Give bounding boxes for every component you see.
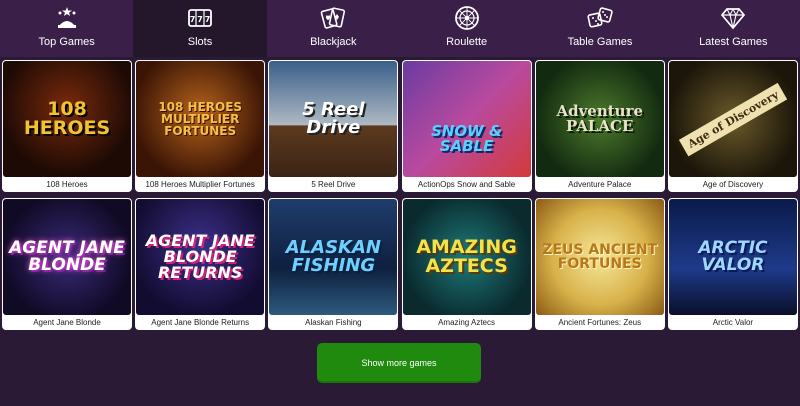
thumbnail-title-art: SNOW & SABLE <box>431 122 503 155</box>
game-thumbnail: 108 HEROES <box>3 61 131 177</box>
nav-label: Top Games <box>38 36 95 48</box>
game-card-arctic-valor[interactable]: ARCTIC VALOR Arctic Valor <box>667 198 798 330</box>
game-card-actionops-snow-and-sable[interactable]: SNOW & SABLE ActionOps Snow and Sable <box>401 60 532 192</box>
game-thumbnail: Age of Discovery <box>668 61 797 177</box>
nav-item-blackjack[interactable]: Blackjack <box>267 0 400 57</box>
thumbnail-title-art: Age of Discovery <box>678 82 788 156</box>
game-title: Age of Discovery <box>702 180 764 189</box>
game-card-agent-jane-blonde[interactable]: AGENT JANE BLONDE Agent Jane Blonde <box>2 198 132 330</box>
game-card-108-heroes[interactable]: 108 HEROES 108 Heroes <box>2 60 132 192</box>
game-title: ActionOps Snow and Sable <box>417 180 516 189</box>
game-title: Ancient Fortunes: Zeus <box>558 318 642 327</box>
svg-text:7: 7 <box>197 15 203 24</box>
game-thumbnail: 108 HEROES MULTIPLIER FORTUNES <box>136 61 265 177</box>
slot-777-icon: 777 <box>185 3 215 33</box>
game-card-agent-jane-blonde-returns[interactable]: AGENT JANE BLONDE RETURNS Agent Jane Blo… <box>135 198 266 330</box>
thumbnail-title-art: Adventure PALACE <box>556 102 644 135</box>
roulette-wheel-icon <box>452 3 482 33</box>
stars-hat-icon <box>52 3 82 33</box>
game-title: Amazing Aztecs <box>438 318 496 327</box>
game-thumbnail: SNOW & SABLE <box>402 61 531 177</box>
svg-text:7: 7 <box>190 15 196 24</box>
nav-label: Table Games <box>567 36 633 48</box>
thumbnail-title-art: ARCTIC VALOR <box>698 238 768 275</box>
game-grid: 108 HEROES 108 Heroes 108 HEROES MULTIPL… <box>2 60 798 330</box>
game-title: 5 Reel Drive <box>311 180 356 189</box>
game-thumbnail: ALASKAN FISHING <box>269 199 398 315</box>
game-card-5-reel-drive[interactable]: 5 Reel Drive 5 Reel Drive <box>268 60 399 192</box>
dice-icon <box>585 3 615 33</box>
nav-item-slots[interactable]: 777 Slots <box>133 0 267 57</box>
game-thumbnail: Adventure PALACE <box>535 61 664 177</box>
playing-cards-icon <box>318 3 348 33</box>
game-card-alaskan-fishing[interactable]: ALASKAN FISHING Alaskan Fishing <box>268 198 399 330</box>
nav-item-top-games[interactable]: Top Games <box>0 0 133 57</box>
game-card-ancient-fortunes-zeus[interactable]: ZEUS ANCIENT FORTUNES Ancient Fortunes: … <box>534 198 665 330</box>
thumbnail-title-art: ZEUS ANCIENT FORTUNES <box>542 242 658 272</box>
game-thumbnail: ARCTIC VALOR <box>668 199 797 315</box>
game-thumbnail: AGENT JANE BLONDE <box>3 199 131 315</box>
game-category-nav: Top Games 777 Slots Blackjack Roulette T… <box>0 0 800 57</box>
thumbnail-title-art: 108 HEROES MULTIPLIER FORTUNES <box>158 100 243 138</box>
game-thumbnail: 5 Reel Drive <box>269 61 398 177</box>
nav-label: Roulette <box>446 36 488 48</box>
game-card-adventure-palace[interactable]: Adventure PALACE Adventure Palace <box>534 60 665 192</box>
nav-item-table-games[interactable]: Table Games <box>533 0 666 57</box>
game-title: Alaskan Fishing <box>305 318 362 327</box>
nav-item-roulette[interactable]: Roulette <box>400 0 533 57</box>
svg-text:7: 7 <box>205 15 211 24</box>
game-card-108-heroes-multiplier-fortunes[interactable]: 108 HEROES MULTIPLIER FORTUNES 108 Heroe… <box>135 60 266 192</box>
nav-label: Blackjack <box>310 36 357 48</box>
game-title: Agent Jane Blonde Returns <box>151 318 250 327</box>
thumbnail-title-art: AMAZING AZTECS <box>416 236 517 277</box>
game-thumbnail: ZEUS ANCIENT FORTUNES <box>535 199 664 315</box>
nav-label: Slots <box>187 36 213 48</box>
game-title: Agent Jane Blonde <box>33 318 101 327</box>
show-more-games-button[interactable]: Show more games <box>317 343 481 383</box>
thumbnail-title-art: ALASKAN FISHING <box>285 237 381 276</box>
game-card-amazing-aztecs[interactable]: AMAZING AZTECS Amazing Aztecs <box>401 198 532 330</box>
nav-item-latest-games[interactable]: Latest Games <box>667 0 800 57</box>
thumbnail-title-art: 5 Reel Drive <box>302 99 365 138</box>
nav-label: Latest Games <box>699 36 768 48</box>
game-thumbnail: AMAZING AZTECS <box>402 199 531 315</box>
game-title: 108 Heroes Multiplier Fortunes <box>145 180 255 189</box>
diamond-icon <box>718 3 748 33</box>
game-thumbnail: AGENT JANE BLONDE RETURNS <box>136 199 265 315</box>
game-title: 108 Heroes <box>46 180 88 189</box>
game-title: Adventure Palace <box>568 180 632 189</box>
game-card-age-of-discovery[interactable]: Age of Discovery Age of Discovery <box>667 60 798 192</box>
thumbnail-title-art: AGENT JANE BLONDE RETURNS <box>145 231 255 282</box>
game-title: Arctic Valor <box>712 318 754 327</box>
thumbnail-title-art: 108 HEROES <box>23 98 111 139</box>
thumbnail-title-art: AGENT JANE BLONDE <box>9 238 125 275</box>
